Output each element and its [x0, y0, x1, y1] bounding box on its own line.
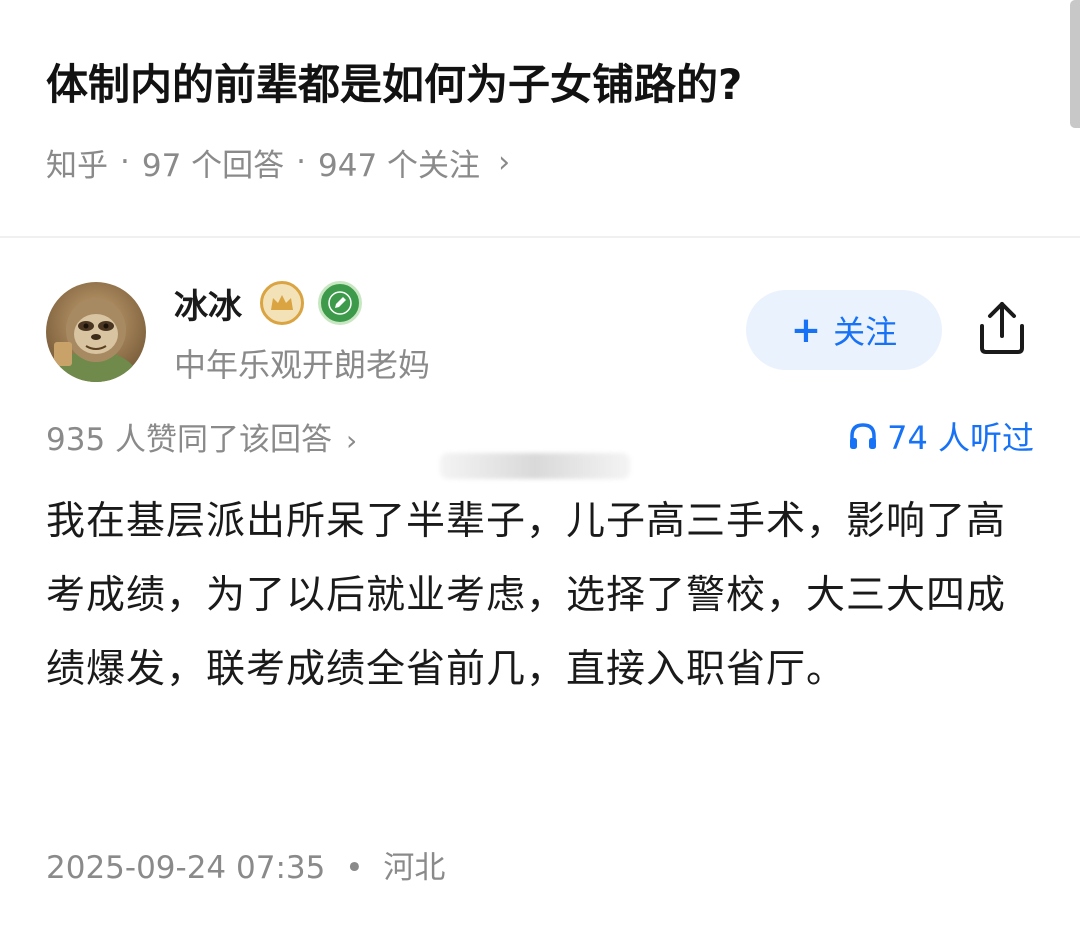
plus-icon: +	[790, 309, 822, 351]
author-name-row: 冰冰	[174, 279, 376, 328]
pen-badge-icon[interactable]	[318, 281, 362, 325]
answer-count: 97 个回答	[141, 147, 285, 184]
answer-content[interactable]: 我在基层派出所呆了半辈子，儿子高三手术，影响了高考成绩，为了以后就业考虑，选择了…	[46, 485, 1031, 707]
author-row: 冰冰 中年乐观开朗老妈 + 关注	[46, 280, 1046, 384]
question-header: 体制内的前辈都是如何为子女铺路的? 知乎 · 97 个回答 · 947 个关注 …	[46, 50, 1060, 184]
follow-button[interactable]: + 关注	[746, 290, 942, 370]
chevron-right-icon: ›	[498, 144, 511, 180]
listens-text: 74 人听过	[887, 419, 1034, 457]
footer-separator: •	[345, 850, 364, 886]
divider	[0, 236, 1080, 238]
scrollbar[interactable]	[1070, 0, 1080, 128]
question-meta[interactable]: 知乎 · 97 个回答 · 947 个关注 ›	[46, 140, 1060, 184]
answer-footer: 2025-09-24 07:35 • 河北	[46, 842, 445, 887]
meta-separator: ·	[120, 144, 130, 180]
listen-count[interactable]: 74 人听过	[847, 413, 1034, 459]
follow-label: 关注	[833, 313, 898, 351]
answer-location: 河北	[383, 850, 446, 886]
follower-count: 947 个关注	[318, 147, 481, 184]
blurred-watermark	[440, 453, 630, 479]
meta-separator: ·	[296, 144, 307, 180]
author-bio: 中年乐观开朗老妈	[174, 346, 431, 384]
answer-date: 2025-09-24 07:35	[46, 850, 326, 886]
crown-badge-icon[interactable]	[260, 281, 304, 325]
chevron-right-icon: ›	[346, 423, 358, 457]
author-name[interactable]: 冰冰	[174, 279, 242, 328]
likes-text: 935 人赞同了该回答	[46, 421, 333, 458]
question-title[interactable]: 体制内的前辈都是如何为子女铺路的?	[46, 50, 1060, 120]
share-icon[interactable]	[974, 298, 1030, 358]
headphones-icon	[850, 423, 877, 449]
source-label: 知乎	[46, 147, 108, 184]
likes-count[interactable]: 935 人赞同了该回答 ›	[46, 414, 357, 459]
avatar[interactable]	[46, 282, 146, 382]
